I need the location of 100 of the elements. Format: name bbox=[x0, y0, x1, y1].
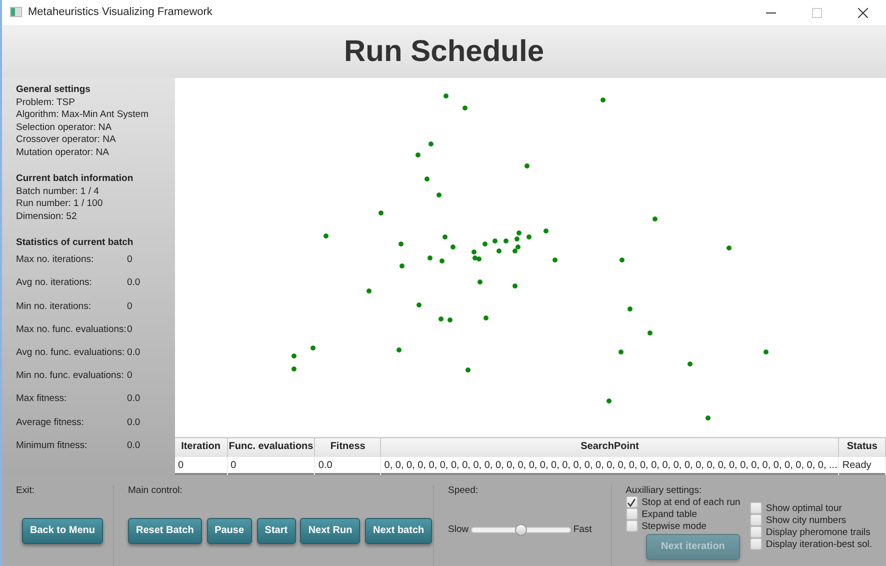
city-dot bbox=[416, 302, 422, 308]
group-label: Auxilliary settings: bbox=[626, 485, 703, 496]
stat-label: Max no. func. evaluations: bbox=[16, 324, 127, 336]
stat-value: 0.0 bbox=[127, 440, 140, 452]
info-text: Batch number: 1 / 4 bbox=[16, 186, 100, 198]
city-dot bbox=[552, 258, 558, 262]
stat-label: Average fitness: bbox=[16, 416, 85, 428]
city-dot bbox=[292, 354, 296, 358]
city-dot bbox=[544, 228, 548, 234]
section-title: Statistics of current batch bbox=[16, 237, 134, 248]
control-button[interactable]: Reset Batch bbox=[128, 518, 202, 544]
column-header: Iteration bbox=[175, 438, 228, 456]
control-button[interactable]: Next Run bbox=[300, 518, 360, 544]
city-dot bbox=[462, 106, 468, 110]
city-dot bbox=[440, 258, 444, 264]
city-dot bbox=[620, 258, 624, 262]
city-dot bbox=[628, 306, 632, 312]
control-button[interactable]: Start bbox=[256, 518, 296, 544]
info-text: Algorithm: Max-Min Ant System bbox=[16, 109, 150, 122]
city-dot bbox=[524, 164, 530, 168]
city-dot bbox=[512, 284, 518, 288]
city-dot bbox=[606, 398, 612, 404]
city-dot bbox=[398, 242, 404, 246]
checkbox[interactable] bbox=[626, 508, 638, 520]
control-button[interactable]: Pause bbox=[206, 518, 252, 544]
city-dot bbox=[466, 368, 470, 372]
checkbox-label: Display iteration-best sol. bbox=[766, 538, 872, 550]
city-dot bbox=[496, 248, 502, 254]
city-dot bbox=[428, 256, 432, 260]
city-dot bbox=[416, 152, 420, 158]
stat-value: 0 bbox=[127, 300, 132, 312]
city-dot bbox=[706, 416, 710, 420]
checkbox-label: Show optimal tour bbox=[766, 502, 842, 514]
city-dot bbox=[688, 362, 692, 366]
city-dot bbox=[504, 238, 508, 244]
close-icon[interactable] bbox=[858, 8, 868, 18]
city-dot bbox=[378, 210, 384, 216]
speed-slider-track[interactable] bbox=[470, 527, 571, 534]
city-dot bbox=[436, 192, 442, 198]
checkbox[interactable] bbox=[750, 514, 762, 526]
window-title: Metaheuristics Visualizing Framework bbox=[28, 6, 212, 20]
slider-min-label: Slow bbox=[448, 524, 469, 536]
group-label: Exit: bbox=[16, 485, 36, 496]
column-header: Fitness bbox=[314, 438, 381, 456]
city-dot bbox=[764, 350, 768, 354]
info-text: Selection operator: NA bbox=[16, 122, 113, 134]
checkbox[interactable] bbox=[750, 538, 762, 550]
city-dot bbox=[450, 244, 456, 250]
city-dot bbox=[484, 316, 488, 320]
city-dot bbox=[396, 348, 402, 352]
info-text: Problem: TSP bbox=[16, 96, 76, 109]
city-dot bbox=[448, 318, 452, 322]
stat-label: Min no. func. evaluations: bbox=[16, 370, 125, 382]
stat-value: 0 bbox=[127, 254, 132, 266]
section-title: Current batch information bbox=[16, 173, 134, 186]
stat-label: Max no. iterations: bbox=[16, 254, 95, 266]
city-dot bbox=[478, 280, 482, 284]
stat-label: Avg no. func. evaluations: bbox=[16, 347, 126, 358]
stat-label: Minimum fitness: bbox=[16, 440, 88, 452]
slider-thumb[interactable] bbox=[514, 524, 527, 536]
city-dot bbox=[600, 98, 606, 102]
city-dot bbox=[310, 346, 316, 350]
column-header: SearchPoint bbox=[380, 438, 839, 456]
info-text: Run number: 1 / 100 bbox=[16, 198, 104, 210]
section-title: General settings bbox=[16, 84, 92, 96]
group-label: Speed: bbox=[448, 485, 480, 496]
stat-label: Min no. iterations: bbox=[16, 300, 92, 312]
checkbox-label: Show city numbers bbox=[766, 514, 846, 526]
back-to-menu-button[interactable]: Back to Menu bbox=[22, 518, 104, 544]
checkbox[interactable] bbox=[750, 526, 762, 538]
info-text: Mutation operator: NA bbox=[16, 146, 110, 159]
stat-label: Avg no. iterations: bbox=[16, 277, 93, 289]
page-heading: Run Schedule bbox=[344, 34, 544, 70]
city-dot bbox=[444, 94, 448, 98]
checkbox-label: Expand table bbox=[642, 508, 698, 520]
city-dot bbox=[482, 242, 488, 246]
checkbox[interactable] bbox=[750, 502, 762, 514]
group-label: Main control: bbox=[128, 485, 184, 496]
column-header: Func. evaluations bbox=[227, 438, 315, 456]
city-dot bbox=[324, 234, 328, 238]
app-icon bbox=[10, 6, 22, 20]
stat-value: 0.0 bbox=[127, 393, 140, 405]
slider-max-label: Fast bbox=[573, 524, 592, 536]
stat-value: 0 bbox=[127, 324, 132, 336]
checkbox[interactable] bbox=[626, 496, 638, 508]
city-dot bbox=[428, 142, 434, 146]
checkbox-label: Stop at end of each run bbox=[642, 496, 740, 508]
stat-value: 0.0 bbox=[127, 277, 140, 289]
checkbox[interactable] bbox=[626, 520, 638, 532]
city-dot bbox=[438, 316, 444, 322]
control-button[interactable]: Next batch bbox=[364, 518, 432, 544]
checkbox-label: Display pheromone trails bbox=[766, 526, 870, 538]
city-dot bbox=[366, 288, 372, 294]
maximize-icon bbox=[812, 8, 822, 18]
city-dot bbox=[442, 234, 448, 240]
city-dot bbox=[292, 366, 296, 372]
info-text: Dimension: 52 bbox=[16, 210, 78, 223]
city-dot bbox=[400, 264, 404, 268]
checkbox-label: Stepwise mode bbox=[642, 520, 707, 532]
city-dot bbox=[424, 176, 430, 182]
